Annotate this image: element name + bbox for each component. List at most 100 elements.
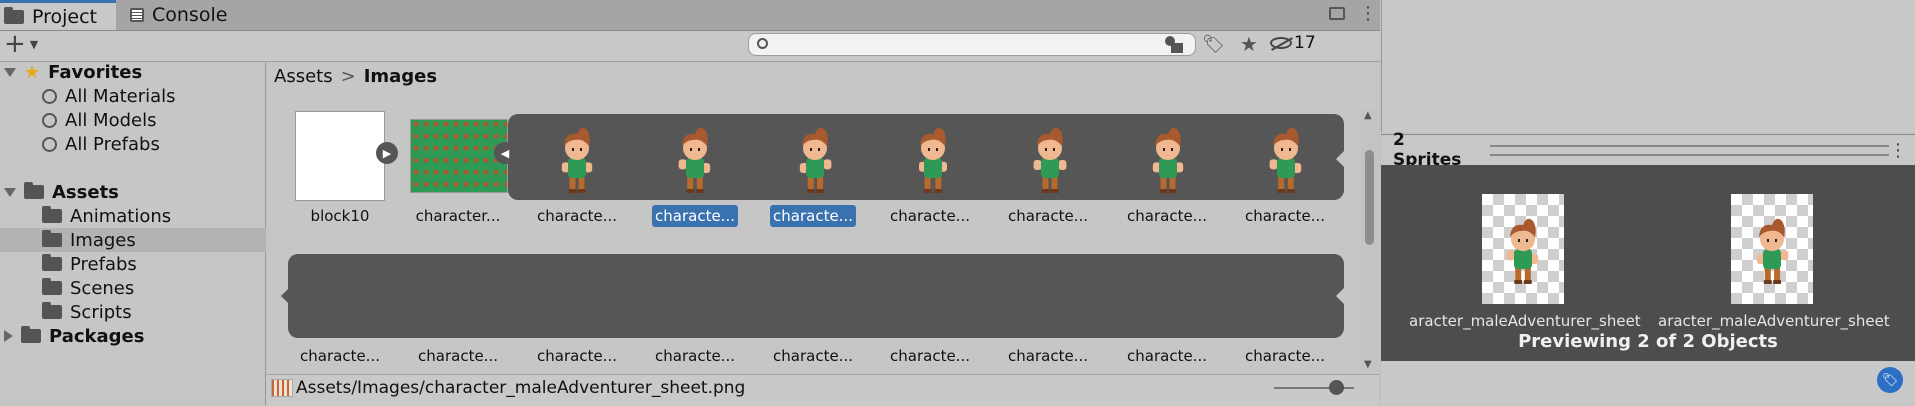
assets-row[interactable]: Assets — [4, 180, 266, 204]
character-sprite[interactable] — [547, 122, 607, 196]
sidebar-item-label: Animations — [70, 205, 172, 227]
character-sprite[interactable] — [665, 122, 725, 196]
inspector-bottom-area — [1381, 361, 1915, 405]
folder-icon — [21, 326, 41, 343]
asset-label: character... — [415, 207, 501, 225]
thumbnail-size-slider[interactable] — [1274, 380, 1354, 396]
character-sprite[interactable] — [1020, 122, 1080, 196]
search-icon — [42, 88, 57, 104]
filter-by-label-icon[interactable]: 🏷 — [1202, 34, 1225, 55]
character-sprite[interactable] — [1138, 122, 1198, 196]
folder-icon — [42, 254, 62, 271]
play-icon[interactable]: ▶ — [376, 142, 398, 164]
asset-label: characte... — [1127, 207, 1207, 225]
asset-label: characte... — [655, 347, 735, 365]
asset-labels-icon[interactable]: 🏷 — [1877, 367, 1903, 393]
eye-slash-icon — [1270, 37, 1293, 51]
assets-label: Assets — [52, 181, 119, 203]
sidebar-item-label: Scripts — [70, 301, 132, 323]
favorites-item-label: All Materials — [65, 85, 176, 107]
sidebar-item-label: Scenes — [70, 277, 135, 299]
vertical-scrollbar[interactable]: ▲ ▼ — [1361, 110, 1378, 370]
add-label: + — [4, 29, 26, 59]
hidden-packages-toggle[interactable]: 17 — [1270, 33, 1316, 53]
drag-handle[interactable] — [1489, 144, 1889, 156]
strip-start-arrow-icon — [281, 288, 289, 304]
asset-label-selected[interactable]: characte... — [770, 205, 856, 227]
slider-knob[interactable] — [1329, 380, 1344, 395]
asset-label: characte... — [1127, 347, 1207, 365]
filter-by-type-icon[interactable] — [1165, 34, 1185, 54]
sidebar-item-scenes[interactable]: Scenes — [42, 276, 266, 300]
add-button[interactable]: + ▼ — [4, 29, 38, 59]
strip-end-arrow-icon — [1336, 288, 1344, 304]
collapse-left-icon[interactable]: ◀ — [494, 142, 516, 164]
asset-path: Assets/Images/character_maleAdventurer_s… — [271, 378, 745, 398]
asset-label: characte... — [1008, 347, 1088, 365]
folder-icon — [42, 278, 62, 295]
character-sprite[interactable] — [785, 122, 845, 196]
expand-arrow-icon — [4, 330, 13, 342]
favorites-item[interactable]: All Materials — [42, 84, 266, 108]
character-sprite[interactable] — [1256, 122, 1316, 196]
sprite-strip-row2 — [288, 254, 1344, 338]
packages-label: Packages — [49, 325, 145, 347]
breadcrumb-current[interactable]: Images — [364, 66, 437, 87]
packages-row[interactable]: Packages — [4, 324, 266, 348]
asset-label-selected[interactable]: characte... — [652, 205, 738, 227]
favorites-item-label: All Prefabs — [65, 133, 160, 155]
sidebar-item-label: Prefabs — [70, 253, 137, 275]
breadcrumb-root[interactable]: Assets — [274, 66, 333, 87]
asset-label: block10 — [310, 207, 370, 225]
preview-sprite-name: aracter_maleAdventurer_sheet — [1409, 312, 1641, 330]
inspector-title: 2 Sprites — [1393, 130, 1462, 170]
sidebar-item-scripts[interactable]: Scripts — [42, 300, 266, 324]
kebab-menu-icon[interactable]: ⋮ — [1889, 140, 1907, 161]
asset-label: characte... — [537, 207, 617, 225]
favorites-label: Favorites — [48, 61, 143, 83]
sidebar-item-prefabs[interactable]: Prefabs — [42, 252, 266, 276]
preview-character-sprite — [1742, 213, 1802, 287]
folder-open-icon — [24, 182, 44, 199]
expand-arrow-icon — [4, 187, 16, 197]
scrollbar-thumb[interactable] — [1365, 150, 1374, 245]
folder-icon — [4, 6, 24, 24]
lock-icon[interactable] — [1329, 7, 1345, 20]
sidebar-item-images[interactable]: Images — [0, 228, 266, 252]
search-icon — [757, 38, 768, 49]
kebab-menu-icon[interactable]: ⋮ — [1359, 5, 1377, 23]
favorites-row[interactable]: ★ Favorites — [4, 60, 266, 84]
favorites-item[interactable]: All Models — [42, 108, 266, 132]
console-icon — [130, 8, 144, 22]
preview-character-sprite — [1493, 213, 1553, 287]
folder-icon — [42, 230, 62, 247]
preview-sprite-name: aracter_maleAdventurer_sheet — [1658, 312, 1890, 330]
scroll-up-arrow-icon[interactable]: ▲ — [1364, 110, 1372, 121]
folder-icon — [42, 302, 62, 319]
asset-label: characte... — [537, 347, 617, 365]
tab-project[interactable]: Project — [0, 0, 116, 30]
search-input[interactable] — [748, 33, 1196, 56]
tab-console[interactable]: Console — [126, 0, 227, 30]
asset-label: characte... — [773, 347, 853, 365]
sprite-preview-area: aracter_maleAdventurer_sheet aracter_mal… — [1381, 165, 1915, 361]
character-sprite[interactable] — [903, 122, 963, 196]
sidebar-item-animations[interactable]: Animations — [42, 204, 266, 228]
favorite-star-icon[interactable]: ★ — [1240, 32, 1258, 56]
inspector-top-area — [1381, 0, 1915, 132]
favorites-item[interactable]: All Prefabs — [42, 132, 266, 156]
hidden-count: 17 — [1294, 33, 1316, 53]
asset-label: characte... — [1008, 207, 1088, 225]
asset-thumbnail-spritesheet[interactable] — [410, 119, 508, 193]
preview-footer: Previewing 2 of 2 Objects — [1518, 331, 1778, 352]
asset-thumbnail-block10[interactable] — [295, 111, 385, 201]
spritesheet-icon — [271, 379, 293, 397]
inspector-header: 2 Sprites ⋮ — [1381, 130, 1915, 170]
asset-label: characte... — [418, 347, 498, 365]
scroll-down-arrow-icon[interactable]: ▼ — [1364, 359, 1372, 370]
asset-label: characte... — [890, 207, 970, 225]
tab-project-label: Project — [32, 5, 98, 28]
favorites-item-label: All Models — [65, 109, 157, 131]
chevron-down-icon: ▼ — [29, 37, 39, 51]
tab-console-label: Console — [152, 4, 228, 26]
